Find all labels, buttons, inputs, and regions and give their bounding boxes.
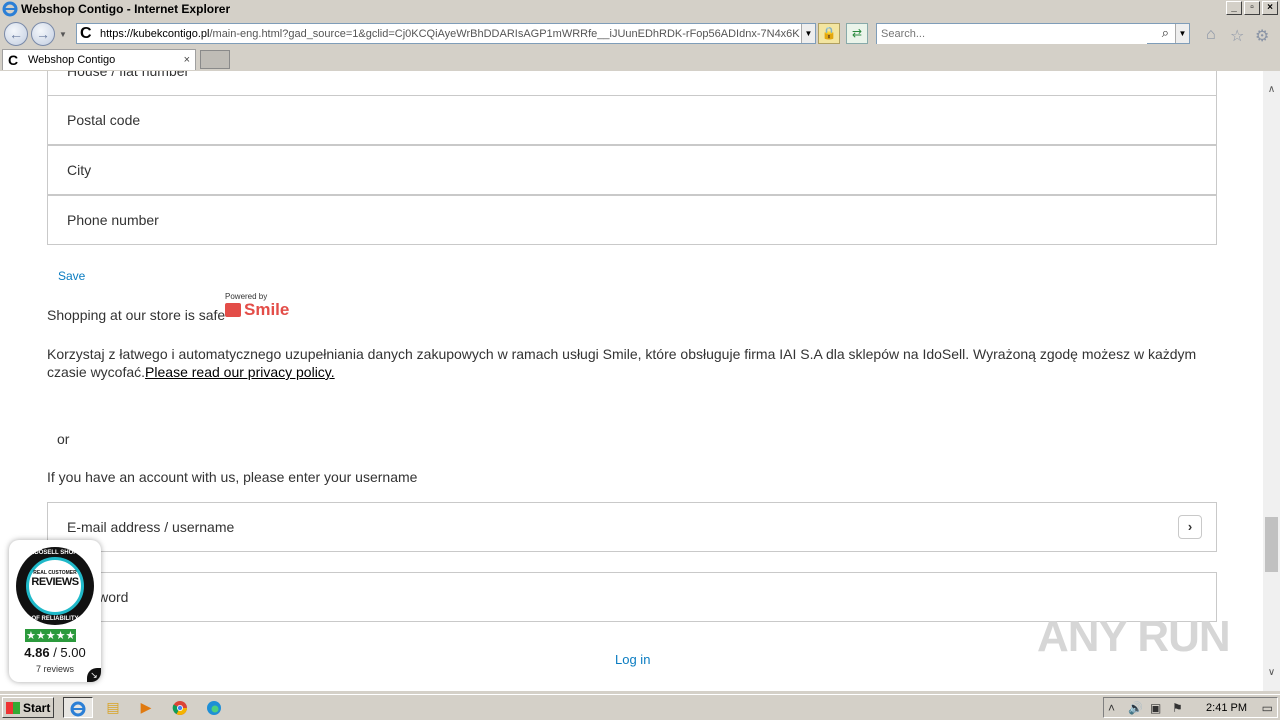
smile-envelope-icon (225, 303, 241, 317)
reviews-seal-icon: IDOSELL SHOP REAL CUSTOMER REVIEWS OF RE… (16, 547, 94, 625)
reviews-badge[interactable]: IDOSELL SHOP REAL CUSTOMER REVIEWS OF RE… (9, 540, 101, 682)
back-button[interactable]: ← (4, 22, 28, 46)
rating-score: 4.86 / 5.00 (9, 645, 101, 660)
clock[interactable]: 2:41 PM (1206, 702, 1247, 714)
url-path: /main-eng.html?gad_source=1&gclid=Cj0KCQ… (209, 27, 800, 40)
address-dropdown-icon[interactable]: ▼ (801, 24, 815, 43)
smile-brand-text: Smile (244, 300, 290, 319)
action-center-flag-icon[interactable]: ⚑ (1172, 701, 1183, 715)
site-favicon-icon: C (80, 24, 92, 42)
start-button[interactable]: Start (2, 697, 54, 718)
network-icon[interactable]: ▣ (1150, 701, 1161, 715)
new-tab-button[interactable] (200, 50, 230, 69)
phone-number-field[interactable]: Phone number (47, 195, 1217, 245)
tray-expand-icon[interactable]: ˄ (1108, 701, 1115, 715)
scrollbar-thumb[interactable] (1265, 517, 1278, 572)
smile-logo[interactable]: Powered by Smile (225, 292, 289, 319)
volume-icon[interactable]: 🔊 (1128, 701, 1143, 715)
seal-ring-bottom-text: OF RELIABILITY (31, 616, 79, 622)
search-box[interactable]: ⌕ ▼ (876, 23, 1190, 44)
search-icon[interactable]: ⌕ (1162, 25, 1169, 41)
email-username-field[interactable]: E-mail address / username › (47, 502, 1217, 552)
system-tray: ˄ 🔊 ▣ ⚑ 2:41 PM ▭ (1103, 697, 1278, 718)
history-dropdown-icon[interactable]: ▼ (59, 30, 67, 39)
city-label: City (67, 162, 92, 178)
anyrun-watermark: ANY RUN (1037, 612, 1231, 661)
url-host: https://kubekcontigo.pl (100, 27, 210, 40)
lock-icon[interactable]: 🔒 (818, 23, 840, 44)
taskbar-ie-icon[interactable] (63, 697, 93, 718)
arrow-left-icon: ← (9, 26, 23, 42)
show-desktop-icon[interactable]: ▭ (1262, 701, 1273, 715)
home-icon[interactable]: ⌂ (1206, 26, 1216, 44)
window-title: Webshop Contigo - Internet Explorer (21, 2, 231, 16)
postal-code-label: Postal code (67, 112, 141, 128)
ie-logo-icon (2, 1, 18, 17)
smile-consent-paragraph: Korzystaj z łatwego i automatycznego uzu… (47, 345, 1217, 381)
house-number-field[interactable]: House / flat number (47, 71, 1217, 96)
privacy-policy-link[interactable]: Please read our privacy policy. (145, 364, 335, 380)
address-bar[interactable]: C https://kubekcontigo.pl/main-eng.html?… (76, 23, 816, 44)
chevron-right-icon[interactable]: › (1178, 515, 1202, 539)
scroll-up-icon[interactable]: ∧ (1263, 81, 1280, 98)
search-input[interactable] (877, 24, 1147, 44)
taskbar: Start ▤ ▶ ˄ 🔊 ▣ ⚑ 2:41 PM ▭ (0, 694, 1280, 720)
tab-favicon-icon: C (8, 52, 19, 68)
email-username-label: E-mail address / username (67, 519, 235, 535)
taskbar-edge-icon[interactable] (199, 697, 229, 718)
arrow-right-icon: → (36, 26, 50, 42)
refresh-icon[interactable]: ⇄ (846, 23, 868, 44)
postal-code-field[interactable]: Postal code (47, 95, 1217, 145)
tab-label: Webshop Contigo (28, 54, 116, 66)
phone-number-label: Phone number (67, 212, 159, 228)
seal-ring-top-text: IDOSELL SHOP (32, 550, 78, 556)
close-window-button[interactable]: × (1262, 1, 1278, 15)
tab-bar: C Webshop Contigo × (0, 49, 1280, 71)
save-link[interactable]: Save (58, 269, 85, 283)
taskbar-folder-icon[interactable]: ▤ (98, 697, 128, 718)
windows-flag-icon (6, 701, 20, 714)
rating-value: 4.86 (24, 645, 50, 660)
minimize-button[interactable]: _ (1226, 1, 1242, 15)
account-instruction-text: If you have an account with us, please e… (47, 469, 418, 485)
rating-max: / 5.00 (53, 645, 86, 660)
city-field[interactable]: City (47, 145, 1217, 195)
seal-big-text: REVIEWS (31, 576, 79, 588)
restore-button[interactable]: ▫ (1244, 1, 1260, 15)
navigation-bar: ← → ▼ C https://kubekcontigo.pl/main-eng… (0, 18, 1280, 49)
page-content: House / flat number Postal code City Pho… (0, 71, 1263, 691)
tab-webshop-contigo[interactable]: C Webshop Contigo × (2, 49, 196, 70)
favorites-star-icon[interactable]: ☆ (1230, 26, 1244, 46)
login-link[interactable]: Log in (615, 652, 650, 667)
search-dropdown-icon[interactable]: ▼ (1175, 24, 1189, 43)
taskbar-chrome-icon[interactable] (165, 697, 195, 718)
title-bar: Webshop Contigo - Internet Explorer _ ▫ … (0, 0, 1280, 18)
expand-arrow-icon[interactable]: ↘ (87, 668, 101, 682)
safe-shopping-text: Shopping at our store is safe (47, 307, 226, 323)
url-text[interactable]: https://kubekcontigo.pl/main-eng.html?ga… (100, 28, 800, 40)
vertical-scrollbar[interactable]: ∧ ∨ (1263, 71, 1280, 691)
house-number-label: House / flat number (67, 71, 190, 79)
start-label: Start (23, 700, 51, 715)
or-separator: or (57, 431, 70, 447)
gear-icon[interactable]: ⚙ (1255, 26, 1269, 46)
rating-stars-icon: ★★★★★ (25, 629, 77, 642)
close-tab-icon[interactable]: × (184, 54, 190, 66)
scroll-down-icon[interactable]: ∨ (1263, 664, 1280, 681)
taskbar-media-player-icon[interactable]: ▶ (131, 697, 161, 718)
forward-button[interactable]: → (31, 22, 55, 46)
